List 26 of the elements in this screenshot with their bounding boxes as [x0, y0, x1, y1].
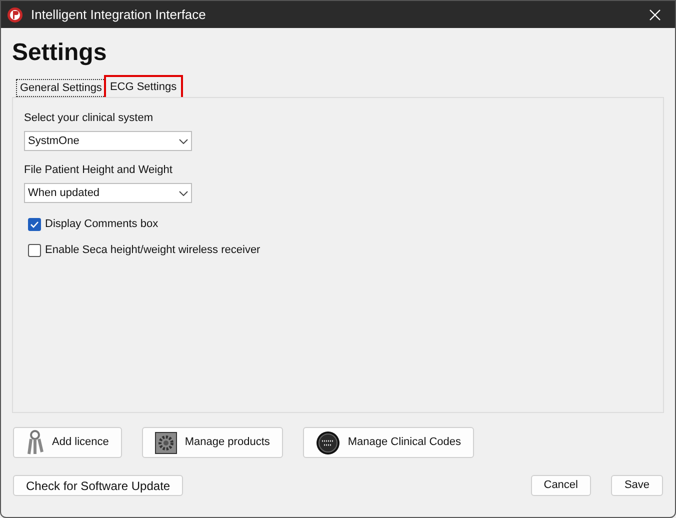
dialog-button[interactable]: Cancel [530, 475, 591, 496]
field-label: Select your clinical system [24, 111, 154, 125]
tab[interactable]: General Settings [16, 79, 106, 97]
tool-button[interactable]: Manage products [142, 427, 283, 458]
dropdown[interactable]: When updated [24, 183, 192, 203]
check-icon [30, 220, 39, 228]
software-update-button[interactable]: Check for Software Update [13, 475, 184, 496]
window-title: Intelligent Integration Interface [31, 6, 206, 24]
tool-button[interactable]: Add licence [13, 427, 122, 458]
checkbox[interactable] [28, 244, 41, 256]
tab[interactable]: ECG Settings [106, 77, 181, 97]
keys-icon [26, 430, 44, 456]
app-logo-icon [7, 6, 23, 22]
chevron-down-icon [179, 190, 188, 196]
checkbox-label: Enable Seca height/weight wireless receiver [45, 242, 260, 258]
page-heading: Settings [12, 41, 108, 67]
dropdown[interactable]: SystmOne [24, 131, 192, 151]
checkbox-label: Display Comments box [45, 216, 158, 232]
tool-button[interactable]: Manage Clinical Codes [302, 427, 474, 458]
field-label: File Patient Height and Weight [24, 163, 174, 177]
gear-icon [154, 432, 177, 454]
chevron-down-icon [179, 138, 188, 144]
dialog-button[interactable]: Save [611, 475, 663, 496]
close-icon[interactable] [649, 8, 661, 20]
checkbox[interactable] [28, 218, 41, 230]
binary-disc-icon [316, 430, 340, 454]
